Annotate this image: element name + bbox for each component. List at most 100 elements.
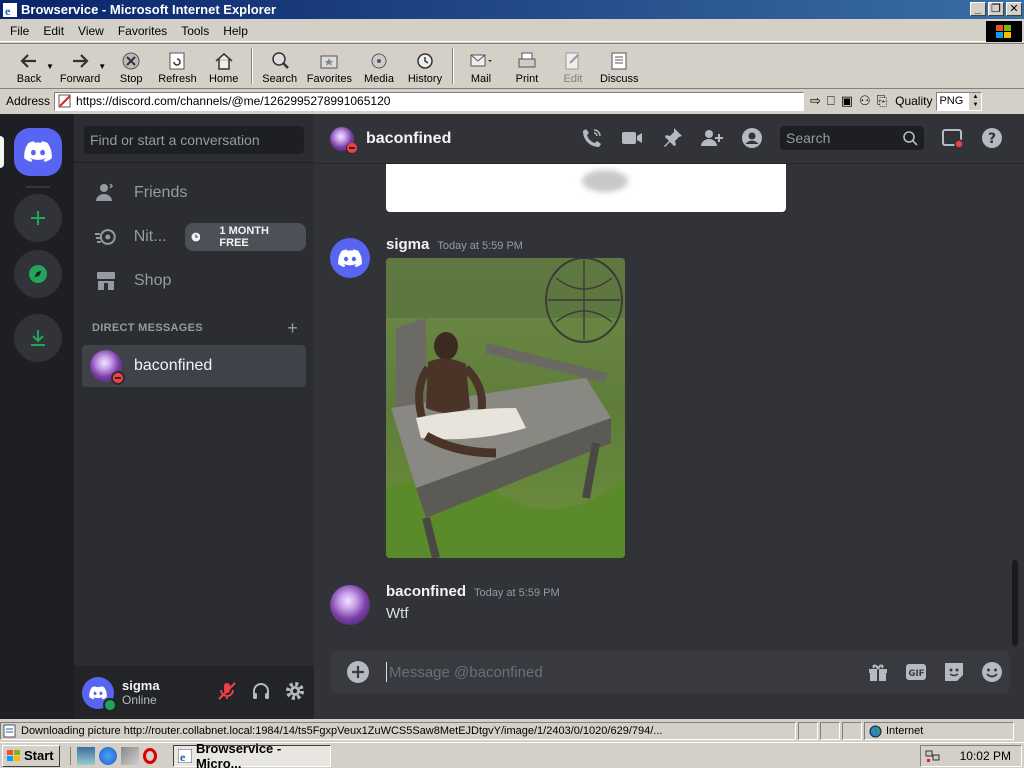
menu-favorites[interactable]: Favorites <box>112 24 175 38</box>
quality-select[interactable]: PNG ▲ ▼ <box>936 91 983 111</box>
gift-icon[interactable] <box>866 660 890 684</box>
refresh-label: Refresh <box>158 73 197 85</box>
dm-search-input[interactable]: Find or start a conversation <box>84 126 304 154</box>
create-dm-icon[interactable]: + <box>287 319 298 337</box>
dnd-status-icon <box>346 142 357 154</box>
nav-friends-label: Friends <box>134 184 188 201</box>
headphones-icon[interactable] <box>250 680 272 702</box>
start-button[interactable]: Start <box>2 744 60 767</box>
menu-edit[interactable]: Edit <box>37 24 72 38</box>
find-icon[interactable]: ⚇ <box>859 93 871 109</box>
message-input[interactable]: Message @baconfined <box>386 662 543 682</box>
favorites-label: Favorites <box>306 73 352 85</box>
previous-image-embed[interactable] <box>386 164 786 212</box>
channel-search-input[interactable]: Search <box>780 126 924 150</box>
internet-explorer-icon[interactable] <box>99 746 117 765</box>
forward-dropdown-icon[interactable]: ▼ <box>98 62 106 71</box>
forward-label: Forward <box>59 73 101 85</box>
user-avatar[interactable] <box>82 676 117 712</box>
network-icon[interactable] <box>121 746 139 765</box>
restore-button[interactable]: ❐ <box>988 2 1004 16</box>
dnd-status-icon <box>111 371 125 385</box>
message-image-attachment[interactable] <box>386 258 625 558</box>
window-titlebar: e Browservice - Microsoft Internet Explo… <box>0 0 1024 19</box>
help-icon[interactable]: ? <box>980 126 1004 150</box>
back-dropdown-icon[interactable]: ▼ <box>46 62 54 71</box>
add-friends-to-dm-icon[interactable] <box>700 126 724 150</box>
history-icon <box>417 53 433 69</box>
edit-button[interactable]: Edit <box>550 44 596 88</box>
settings-gear-icon[interactable] <box>284 680 306 702</box>
user-profile-icon[interactable] <box>740 126 764 150</box>
clipboard-icon[interactable]: ⎘ <box>877 93 887 109</box>
channel-avatar[interactable] <box>330 126 357 154</box>
favorites-button[interactable]: Favorites <box>303 44 356 88</box>
print-button[interactable]: Print <box>504 44 550 88</box>
nav-friends[interactable]: Friends <box>82 172 306 214</box>
voice-call-icon[interactable] <box>580 126 604 150</box>
quality-spinner[interactable]: ▲ ▼ <box>969 92 982 110</box>
media-button[interactable]: Media <box>356 44 402 88</box>
tray-network-icon[interactable] <box>925 749 941 763</box>
taskbar-browservice-window[interactable]: e Browservice - Micro... <box>173 741 331 768</box>
print-label: Print <box>515 73 539 85</box>
zoom-icon[interactable]: ▣ <box>841 93 853 109</box>
upload-plus-icon[interactable] <box>346 660 370 684</box>
windows-flag-icon <box>7 749 20 761</box>
plus-icon <box>31 211 45 225</box>
discuss-button[interactable]: Discuss <box>596 44 643 88</box>
message-timestamp: Today at 5:59 PM <box>474 587 560 599</box>
dm-item-baconfined[interactable]: baconfined <box>82 345 306 387</box>
mic-muted-icon[interactable] <box>216 680 238 702</box>
menu-tools[interactable]: Tools <box>175 24 217 38</box>
channel-search-placeholder: Search <box>786 130 831 146</box>
emoji-icon[interactable] <box>980 660 1004 684</box>
opera-icon[interactable] <box>143 747 157 764</box>
svg-text:GIF: GIF <box>909 669 925 679</box>
message-author[interactable]: sigma <box>386 236 429 253</box>
direct-messages-title: DIRECT MESSAGES <box>92 322 203 334</box>
direct-messages-header: DIRECT MESSAGES + <box>92 319 298 337</box>
address-input[interactable]: https://discord.com/channels/@me/1262995… <box>54 91 805 111</box>
message-author[interactable]: baconfined <box>386 583 466 600</box>
discord-home-button[interactable] <box>14 128 62 176</box>
search-button[interactable]: Search <box>257 44 303 88</box>
sticker-icon[interactable] <box>942 660 966 684</box>
menu-help[interactable]: Help <box>217 24 256 38</box>
user-name: sigma <box>122 678 160 693</box>
bookmark-icon[interactable]: ⎕ <box>827 93 835 109</box>
friends-icon <box>96 183 114 201</box>
history-button[interactable]: History <box>402 44 448 88</box>
avatar[interactable] <box>330 585 370 625</box>
pin-icon[interactable] <box>660 126 684 150</box>
close-button[interactable]: ✕ <box>1006 2 1022 16</box>
download-apps-button[interactable] <box>14 314 62 362</box>
mail-button[interactable]: Mail <box>458 44 504 88</box>
search-icon <box>903 131 918 146</box>
nav-shop[interactable]: Shop <box>82 260 306 302</box>
svg-text:e: e <box>5 4 11 17</box>
windows-taskbar: Start e Browservice - Micro... 10:02 PM <box>0 741 1024 768</box>
inbox-icon[interactable] <box>940 126 964 150</box>
menu-file[interactable]: File <box>4 24 37 38</box>
minimize-button[interactable]: _ <box>970 2 986 16</box>
video-call-icon[interactable] <box>620 126 644 150</box>
chat-scrollbar[interactable] <box>1012 560 1018 646</box>
refresh-button[interactable]: Refresh <box>154 44 201 88</box>
nav-nitro[interactable]: Nit... 1 MONTH FREE <box>82 216 306 258</box>
show-desktop-icon[interactable] <box>77 746 95 765</box>
home-button[interactable]: Home <box>201 44 247 88</box>
quick-launch <box>70 746 157 765</box>
explore-servers-button[interactable] <box>14 250 62 298</box>
shop-icon <box>97 272 115 290</box>
go-arrow-icon[interactable]: ⇨ <box>810 93 821 109</box>
compass-icon <box>29 265 47 283</box>
gif-icon[interactable]: GIF <box>904 660 928 684</box>
forward-button[interactable]: Forward <box>56 44 104 88</box>
stop-button[interactable]: Stop <box>108 44 154 88</box>
avatar[interactable] <box>330 238 370 278</box>
avatar <box>90 350 125 385</box>
home-icon <box>215 53 233 70</box>
add-server-button[interactable] <box>14 194 62 242</box>
menu-view[interactable]: View <box>72 24 112 38</box>
